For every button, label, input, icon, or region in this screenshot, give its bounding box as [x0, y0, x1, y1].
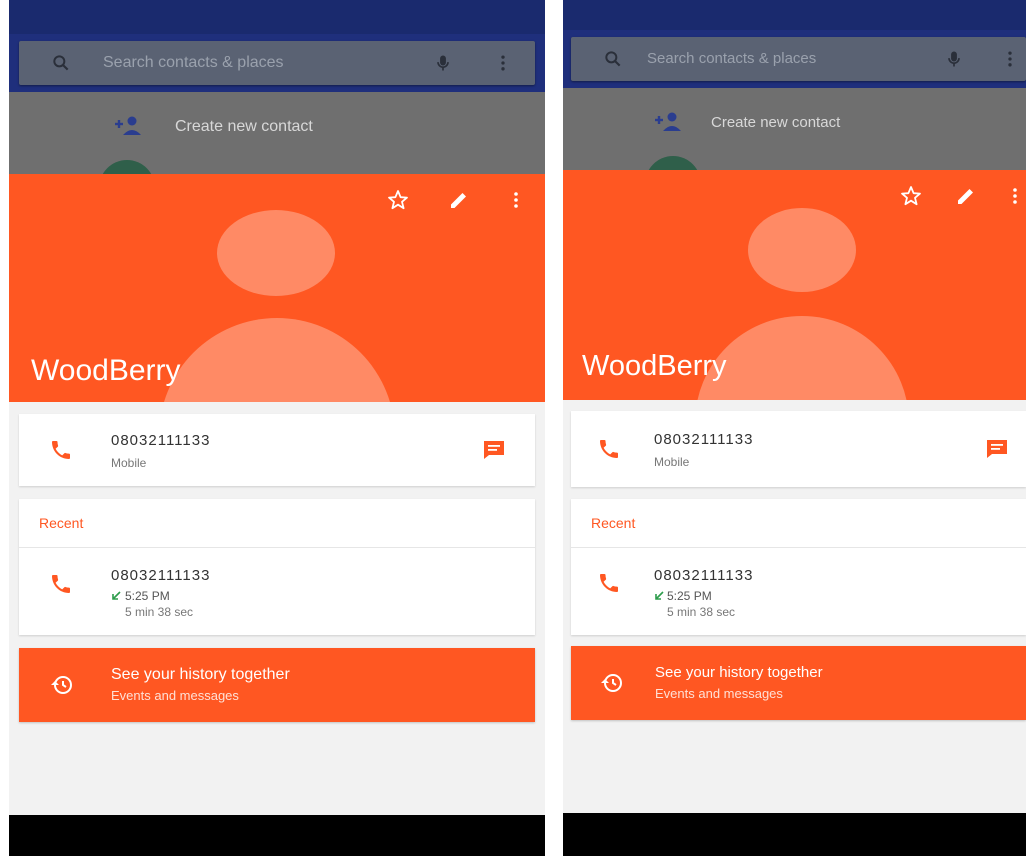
phone-icon[interactable]	[49, 438, 73, 462]
phone-icon[interactable]	[597, 437, 621, 461]
recent-card: Recent 08032111133 5:25 PM 5 min 38 sec	[571, 499, 1026, 635]
edit-icon[interactable]	[954, 184, 978, 208]
avatar-placeholder-body	[695, 316, 909, 400]
recent-header: Recent	[591, 515, 636, 531]
search-input[interactable]: Search contacts & places	[103, 54, 284, 72]
call-received-icon	[112, 591, 121, 600]
phone-screen-left: Search contacts & places Create new cont…	[9, 0, 545, 856]
phone-type: Mobile	[111, 456, 147, 470]
phone-type: Mobile	[654, 455, 690, 469]
mic-icon[interactable]	[944, 48, 964, 70]
divider	[571, 547, 1026, 548]
recent-call-time: 5:25 PM	[125, 589, 170, 603]
star-icon[interactable]	[899, 184, 923, 208]
more-vert-icon[interactable]	[504, 188, 528, 212]
star-icon[interactable]	[386, 188, 410, 212]
phone-screen-right: Search contacts & places Create new cont…	[563, 0, 1026, 856]
status-bar	[9, 0, 545, 34]
phone-icon[interactable]	[49, 572, 73, 596]
recent-call-time: 5:25 PM	[667, 589, 712, 603]
phone-number: 08032111133	[654, 431, 754, 448]
contact-header: WoodBerry	[9, 174, 545, 402]
phone-number-card[interactable]: 08032111133 Mobile	[571, 411, 1026, 487]
avatar-placeholder-body	[159, 318, 395, 402]
recent-card: Recent 08032111133 5:25 PM 5 min 38 sec	[19, 499, 535, 635]
search-area: Search contacts & places	[563, 30, 1026, 88]
divider	[19, 547, 535, 548]
avatar-placeholder-head	[217, 210, 335, 296]
message-icon[interactable]	[481, 438, 507, 462]
search-input[interactable]: Search contacts & places	[647, 50, 816, 67]
recent-header: Recent	[39, 515, 84, 531]
recent-call-duration: 5 min 38 sec	[667, 605, 736, 619]
mic-icon[interactable]	[433, 52, 453, 74]
create-new-contact[interactable]: Create new contact	[711, 114, 840, 131]
search-bar[interactable]: Search contacts & places	[19, 41, 535, 85]
history-title: See your history together	[655, 664, 823, 681]
contact-list-backdrop: Create new contact	[9, 92, 545, 216]
add-person-icon[interactable]	[653, 110, 683, 134]
contact-header: WoodBerry	[563, 170, 1026, 400]
message-icon[interactable]	[984, 437, 1010, 461]
phone-number: 08032111133	[111, 432, 211, 449]
status-bar	[563, 0, 1026, 30]
contact-name: WoodBerry	[31, 354, 181, 387]
history-title: See your history together	[111, 666, 290, 683]
recent-call-number[interactable]: 08032111133	[654, 567, 753, 584]
phone-icon[interactable]	[597, 571, 621, 595]
more-vert-icon[interactable]	[1000, 49, 1020, 69]
edit-icon[interactable]	[447, 188, 471, 212]
history-subtitle: Events and messages	[655, 686, 783, 701]
recent-call-duration: 5 min 38 sec	[125, 605, 194, 619]
navigation-bar	[9, 815, 545, 856]
contact-name: WoodBerry	[582, 350, 727, 382]
history-card[interactable]: See your history together Events and mes…	[571, 646, 1026, 720]
search-icon[interactable]	[603, 49, 623, 69]
search-icon[interactable]	[51, 53, 71, 73]
history-subtitle: Events and messages	[111, 688, 239, 703]
search-area: Search contacts & places	[9, 34, 545, 92]
phone-number-card[interactable]: 08032111133 Mobile	[19, 414, 535, 486]
navigation-bar	[563, 813, 1026, 856]
history-icon	[51, 676, 72, 694]
add-person-icon[interactable]	[113, 114, 143, 138]
history-card[interactable]: See your history together Events and mes…	[19, 648, 535, 722]
more-vert-icon[interactable]	[1003, 184, 1026, 208]
contact-list-backdrop: Create new contact	[563, 88, 1026, 212]
create-new-contact[interactable]: Create new contact	[175, 118, 313, 136]
history-icon	[601, 674, 622, 692]
search-bar[interactable]: Search contacts & places	[571, 37, 1026, 81]
more-vert-icon[interactable]	[493, 53, 513, 73]
avatar-placeholder-head	[748, 208, 856, 292]
recent-call-number[interactable]: 08032111133	[111, 567, 210, 584]
call-received-icon	[655, 591, 664, 600]
